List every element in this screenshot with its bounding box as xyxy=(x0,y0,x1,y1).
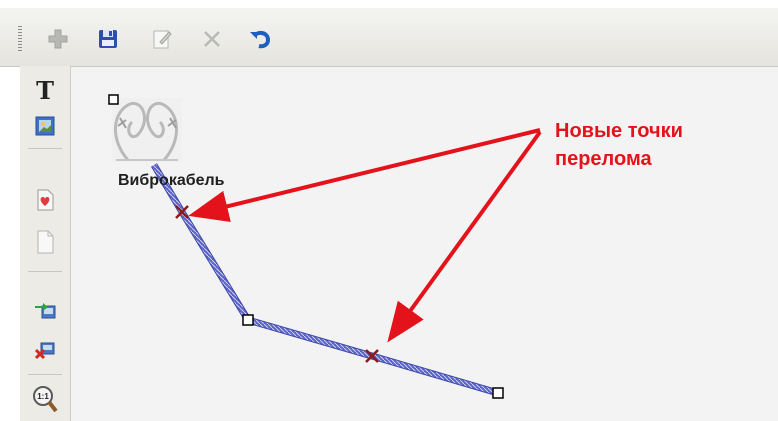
device-corner-handle[interactable] xyxy=(108,94,119,105)
cable-line[interactable] xyxy=(150,163,499,397)
cable-line-fill xyxy=(151,163,499,396)
cable-end-handle[interactable] xyxy=(492,387,504,399)
cable-vertex-handle[interactable] xyxy=(242,314,254,326)
device-label: Виброкабель xyxy=(118,172,225,189)
barbed-wire-icon[interactable] xyxy=(112,98,182,162)
diagram-layer xyxy=(108,94,542,399)
annotation-text: Новые точки перелома xyxy=(555,120,683,170)
